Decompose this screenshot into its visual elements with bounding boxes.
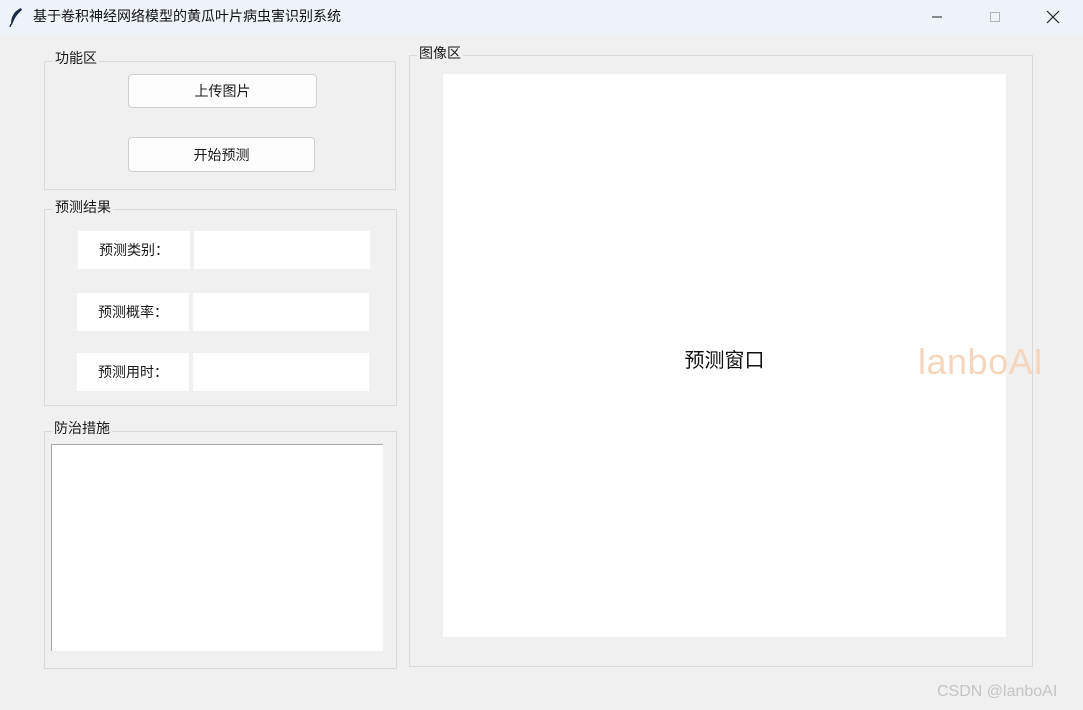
probability-label: 预测概率： xyxy=(77,293,189,331)
time-field xyxy=(193,353,369,391)
title-bar: 基于卷积神经网络模型的黄瓜叶片病虫害识别系统 xyxy=(0,0,1083,34)
minimize-icon xyxy=(932,16,942,18)
image-area-label: 图像区 xyxy=(417,46,463,62)
category-label: 预测类别： xyxy=(78,231,190,269)
time-label: 预测用时： xyxy=(77,353,189,391)
feather-icon xyxy=(8,7,24,28)
window-title: 基于卷积神经网络模型的黄瓜叶片病虫害识别系统 xyxy=(33,9,341,25)
start-predict-button[interactable]: 开始预测 xyxy=(128,137,315,172)
category-field xyxy=(194,231,370,269)
close-button[interactable] xyxy=(1024,0,1082,34)
upload-image-button[interactable]: 上传图片 xyxy=(128,74,317,108)
csdn-watermark: CSDN @lanboAI xyxy=(937,683,1058,700)
prevention-textbox[interactable] xyxy=(51,444,383,651)
minimize-button[interactable] xyxy=(908,0,966,34)
prevention-label: 防治措施 xyxy=(52,421,112,437)
maximize-button[interactable] xyxy=(966,0,1024,34)
probability-field xyxy=(193,293,369,331)
prediction-results-label: 预测结果 xyxy=(53,200,113,216)
function-area-label: 功能区 xyxy=(53,51,99,67)
watermark: lanboAI xyxy=(918,341,1044,382)
close-icon xyxy=(1046,10,1060,24)
maximize-icon xyxy=(990,12,1000,22)
